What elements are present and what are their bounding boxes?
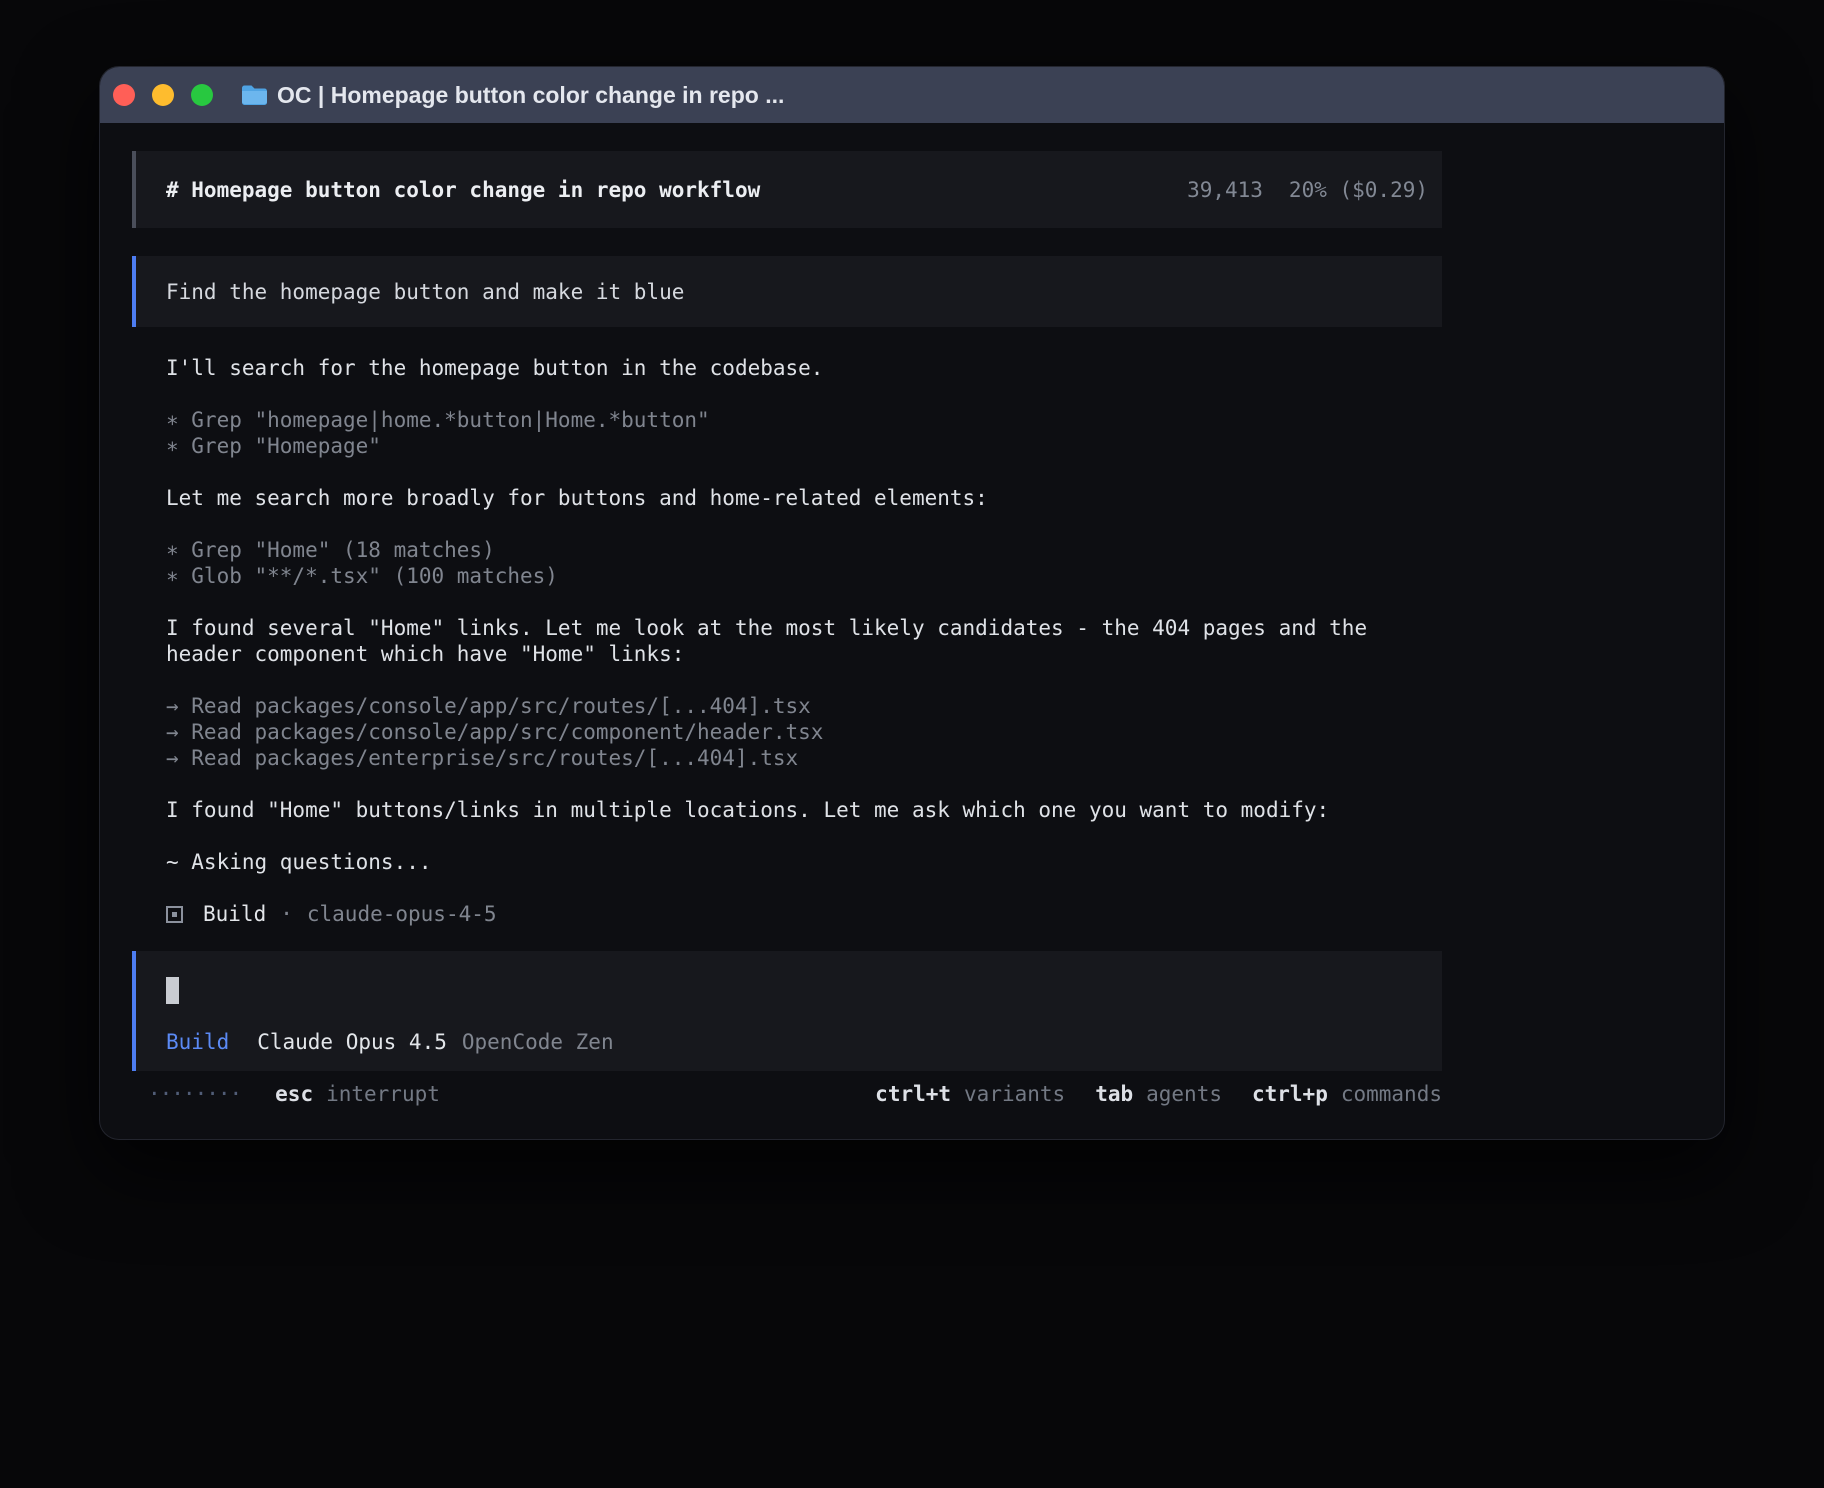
- variants-hint: ctrl+t variants: [875, 1081, 1065, 1107]
- terminal-window: OC | Homepage button color change in rep…: [99, 66, 1725, 1140]
- commands-hint: ctrl+p commands: [1252, 1081, 1442, 1107]
- user-message: Find the homepage button and make it blu…: [132, 256, 1442, 327]
- status-bar: ········ esc interrupt ctrl+t variants tab…: [132, 1081, 1442, 1107]
- spinner-icon: ········: [148, 1081, 241, 1107]
- assistant-text: Let me search more broadly for buttons a…: [166, 485, 1442, 511]
- tool-call-group: → Read packages/console/app/src/routes/[…: [166, 693, 1442, 771]
- agents-hint: tab agents: [1095, 1081, 1222, 1107]
- ctrl-p-key: ctrl+p: [1252, 1082, 1328, 1106]
- esc-key: esc: [275, 1082, 313, 1106]
- tool-call-line: ∗ Glob "**/*.tsx" (100 matches): [166, 563, 1442, 589]
- assistant-text: I found "Home" buttons/links in multiple…: [166, 797, 1442, 823]
- agent-separator: ·: [280, 901, 293, 927]
- interrupt-hint: esc interrupt: [275, 1081, 440, 1107]
- tool-call-line: ∗ Grep "Home" (18 matches): [166, 537, 1442, 563]
- tool-call-group: ∗ Grep "Home" (18 matches) ∗ Glob "**/*.…: [166, 537, 1442, 589]
- input-mode-badge[interactable]: Build: [166, 1029, 229, 1055]
- tool-call-group: ∗ Grep "homepage|home.*button|Home.*butt…: [166, 407, 1442, 459]
- session-header: # Homepage button color change in repo w…: [132, 151, 1442, 228]
- minimize-button[interactable]: [152, 84, 174, 106]
- tool-call-line: ∗ Grep "Homepage": [166, 433, 1442, 459]
- window-title: OC | Homepage button color change in rep…: [277, 82, 784, 109]
- tool-call-line: ∗ Grep "homepage|home.*button|Home.*butt…: [166, 407, 1442, 433]
- session-title: # Homepage button color change in repo w…: [166, 177, 760, 203]
- assistant-text: I'll search for the homepage button in t…: [166, 355, 1442, 381]
- tool-call-line: → Read packages/console/app/src/routes/[…: [166, 693, 1442, 719]
- tab-key: tab: [1095, 1082, 1133, 1106]
- folder-icon: [241, 84, 268, 106]
- text-cursor: [166, 977, 179, 1004]
- agent-model: claude-opus-4-5: [307, 901, 497, 927]
- assistant-text: I found several "Home" links. Let me loo…: [166, 615, 1442, 667]
- input-footer: Build Claude Opus 4.5 OpenCode Zen: [166, 1029, 1412, 1055]
- user-message-text: Find the homepage button and make it blu…: [166, 279, 684, 305]
- input-provider-label: OpenCode Zen: [462, 1029, 614, 1055]
- interrupt-label: interrupt: [326, 1082, 440, 1106]
- variants-label: variants: [964, 1082, 1065, 1106]
- tool-call-line: → Read packages/console/app/src/componen…: [166, 719, 1442, 745]
- ctrl-t-key: ctrl+t: [875, 1082, 951, 1106]
- agent-name: Build: [203, 901, 266, 927]
- assistant-status-text: ~ Asking questions...: [166, 849, 1442, 875]
- prompt-input[interactable]: Build Claude Opus 4.5 OpenCode Zen: [132, 951, 1442, 1071]
- tool-call-line: → Read packages/enterprise/src/routes/[.…: [166, 745, 1442, 771]
- commands-label: commands: [1341, 1082, 1442, 1106]
- context-usage: 20% ($0.29): [1289, 177, 1428, 203]
- agents-label: agents: [1146, 1082, 1222, 1106]
- agent-build-icon: [166, 906, 183, 923]
- agent-status: Build · claude-opus-4-5: [166, 901, 1442, 927]
- window-titlebar[interactable]: OC | Homepage button color change in rep…: [100, 67, 1724, 123]
- zoom-button[interactable]: [191, 84, 213, 106]
- session-stats: 39,413 20% ($0.29): [1187, 177, 1428, 203]
- input-model-label: Claude Opus 4.5: [257, 1029, 447, 1055]
- close-button[interactable]: [113, 84, 135, 106]
- token-count: 39,413: [1187, 177, 1263, 203]
